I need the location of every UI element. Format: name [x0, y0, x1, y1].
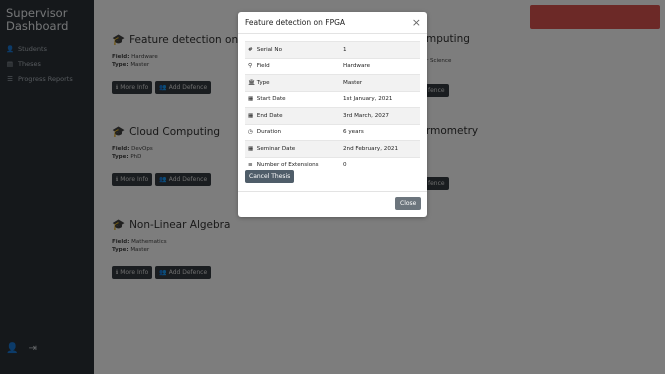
calendar-icon: ▦ [248, 145, 254, 152]
thesis-details-table: # Serial No 1 ⚲ Field Hardware 🏛 Type Master ▦… [245, 41, 420, 173]
detail-value: 1st January, 2021 [340, 90, 420, 108]
hash-icon: # [248, 46, 253, 53]
detail-row: ▦ End Date 3rd March, 2027 [245, 107, 420, 124]
detail-value: 6 years [340, 123, 420, 141]
detail-label: Duration [256, 129, 282, 136]
list-icon: ≡ [248, 162, 253, 169]
detail-row: 🏛 Type Master [245, 74, 420, 91]
modal-footer-divider [238, 191, 427, 192]
detail-value: 0 [340, 156, 420, 173]
detail-label: Seminar Date [256, 145, 296, 152]
cancel-thesis-button[interactable]: Cancel Thesis [245, 170, 295, 183]
institution-icon: 🏛 [248, 79, 256, 86]
detail-row: ▦ Start Date 1st January, 2021 [245, 90, 420, 108]
thesis-details-modal: Feature detection on FPGA × # Serial No 1… [238, 12, 427, 217]
detail-row: ◷ Duration 6 years [245, 123, 420, 141]
detail-value: Master [340, 74, 420, 91]
detail-value: Hardware [340, 57, 420, 75]
detail-label: Type [256, 79, 270, 86]
clock-icon: ◷ [248, 129, 253, 136]
close-icon[interactable]: × [412, 17, 421, 28]
detail-row: ▦ Seminar Date 2nd February, 2021 [245, 140, 420, 157]
modal-title: Feature detection on FPGA [245, 18, 346, 27]
detail-label: Serial No [256, 46, 282, 53]
detail-row: ⚲ Field Hardware [245, 57, 420, 75]
detail-value: 2nd February, 2021 [340, 140, 420, 157]
close-button[interactable]: Close [395, 197, 422, 210]
detail-label: Field [256, 63, 270, 70]
calendar-icon: ▦ [248, 96, 254, 103]
detail-value: 1 [340, 41, 420, 58]
calendar-icon: ▦ [248, 112, 254, 119]
detail-value: 3rd March, 2027 [340, 107, 420, 124]
field-pin-icon: ⚲ [248, 63, 253, 70]
detail-label: Number of Extensions [256, 162, 319, 169]
detail-label: Start Date [256, 96, 286, 103]
detail-label: End Date [256, 112, 283, 119]
detail-row: # Serial No 1 [245, 41, 420, 58]
